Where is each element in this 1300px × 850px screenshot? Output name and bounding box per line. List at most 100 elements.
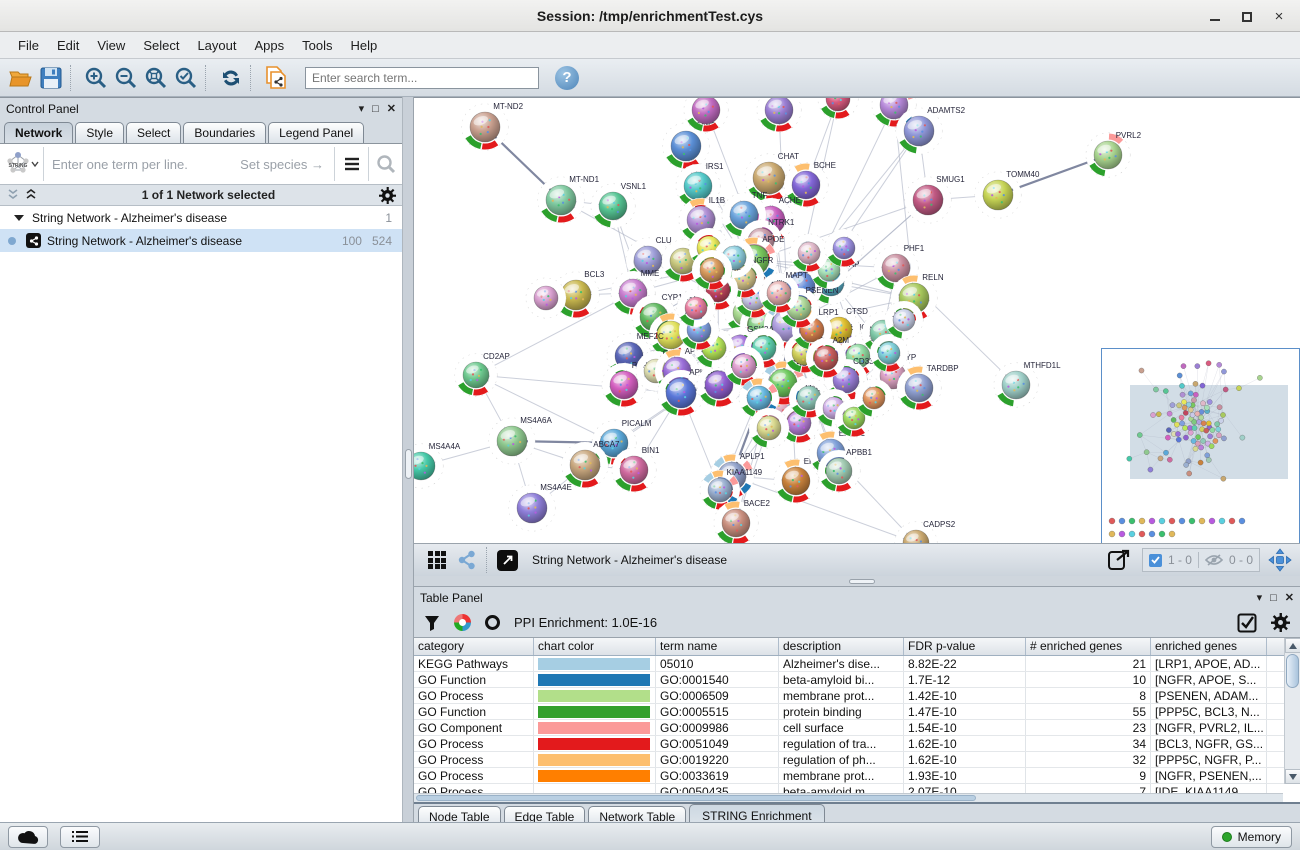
column-header-fdr-p-value[interactable]: FDR p-value [904,638,1026,655]
network-node[interactable] [790,234,828,272]
column-header-chart-color[interactable]: chart color [534,638,656,655]
tab-boundaries[interactable]: Boundaries [183,122,266,143]
remove-chart-icon[interactable] [485,615,500,630]
network-node[interactable]: MS4A6A [489,416,552,464]
zoom-out-icon[interactable] [111,63,141,93]
save-session-icon[interactable] [36,63,66,93]
selected-nodes-checkbox-icon[interactable] [1149,554,1162,567]
network-node[interactable] [855,379,893,417]
hidden-eye-icon[interactable] [1205,554,1223,566]
zoom-selected-icon[interactable] [171,63,201,93]
network-node[interactable]: SMUG1 [905,175,965,223]
table-row[interactable]: GO ProcessGO:0033619membrane prot...1.93… [414,768,1300,784]
vertical-splitter[interactable] [402,97,414,822]
horizontal-scrollbar[interactable] [414,793,1283,802]
scroll-down-arrow[interactable] [1285,769,1300,784]
panel-menu-icon[interactable]: ▾ [1257,591,1263,604]
network-node[interactable] [757,98,801,132]
panel-float-icon[interactable]: □ [1270,592,1277,604]
memory-button[interactable]: Memory [1211,826,1292,848]
network-node[interactable]: TOMM40 [975,170,1040,218]
zoom-fit-icon[interactable] [141,63,171,93]
birdseye-toggle-icon[interactable] [1268,548,1292,572]
tab-style[interactable]: Style [75,122,124,143]
zoom-in-icon[interactable] [81,63,111,93]
menu-item-apps[interactable]: Apps [247,35,293,56]
menu-item-tools[interactable]: Tools [294,35,340,56]
network-node[interactable]: CADPS2 [895,520,956,543]
column-header-term-name[interactable]: term name [656,638,779,655]
network-canvas[interactable]: MT-ND2MT-ND1VSNL1GAB2ADAMTS2PVRL2TOMM40S… [414,97,1300,543]
open-in-browser-icon[interactable] [497,550,518,571]
share-network-icon[interactable] [452,545,482,575]
table-row[interactable]: GO ProcessGO:0019220regulation of ph...1… [414,752,1300,768]
network-options-gear-icon[interactable] [379,187,396,204]
collapse-all-icon[interactable] [6,189,20,201]
table-row[interactable]: GO ProcessGO:0051049regulation of tra...… [414,736,1300,752]
network-node[interactable] [825,229,863,267]
column-header-enriched-genes[interactable]: enriched genes [1151,638,1267,655]
network-node[interactable] [870,334,908,372]
network-node[interactable] [692,250,732,290]
scroll-up-arrow[interactable] [1285,638,1300,653]
column-header-description[interactable]: description [779,638,904,655]
network-node[interactable] [885,301,923,339]
network-node[interactable]: MTHFD1L [994,361,1061,407]
tab-legend-panel[interactable]: Legend Panel [268,122,364,143]
network-node[interactable] [677,289,715,327]
network-node[interactable]: MT-ND2 [462,102,524,150]
export-network-icon[interactable] [1104,545,1134,575]
string-protein-query-icon[interactable]: STRING [0,147,44,181]
viewport-rect[interactable] [1130,385,1288,479]
panel-close-icon[interactable]: ✕ [1285,591,1294,604]
table-row[interactable]: GO FunctionGO:0001540beta-amyloid bi...1… [414,672,1300,688]
menu-item-select[interactable]: Select [135,35,187,56]
string-search-icon[interactable] [368,147,402,181]
network-collection-row[interactable]: String Network - Alzheimer's disease 1 [0,206,402,229]
select-columns-icon[interactable] [1237,613,1257,633]
panel-float-icon[interactable]: □ [372,103,379,115]
network-node[interactable] [749,408,789,448]
open-session-icon[interactable] [6,63,36,93]
network-node[interactable]: CD2AP [455,352,510,396]
tab-select[interactable]: Select [126,122,181,143]
horizontal-splitter[interactable] [414,576,1300,586]
panel-menu-icon[interactable]: ▾ [359,102,365,115]
string-options-icon[interactable] [334,147,368,181]
cloud-tasks-button[interactable] [8,826,48,848]
close-button[interactable]: × [1266,9,1292,25]
column-header-category[interactable]: category [414,638,534,655]
splitter-handle[interactable] [405,449,412,479]
string-query-input[interactable]: Enter one term per line. [44,157,240,172]
filter-icon[interactable] [424,615,440,631]
network-node[interactable]: VSNL1 [591,182,647,228]
column-header--enriched-genes[interactable]: # enriched genes [1026,638,1151,655]
network-node[interactable] [818,98,858,119]
panel-close-icon[interactable]: ✕ [387,102,396,115]
table-settings-gear-icon[interactable] [1271,613,1290,632]
menu-item-view[interactable]: View [89,35,133,56]
network-node[interactable] [526,278,566,318]
table-row[interactable]: GO ProcessGO:0050435beta-amyloid m...2.0… [414,784,1300,793]
network-row[interactable]: String Network - Alzheimer's disease 100… [0,229,402,252]
splitter-handle[interactable] [849,579,875,584]
network-node[interactable]: TARDBP [897,364,959,410]
search-input[interactable] [305,67,539,89]
species-selector-label[interactable]: Set species → [240,157,334,172]
tab-network[interactable]: Network [4,122,73,143]
network-node[interactable]: APBB1 [818,448,872,492]
expand-all-icon[interactable] [24,189,38,201]
network-node[interactable]: MS4A4E [509,483,572,531]
copy-network-icon[interactable] [261,63,291,93]
menu-item-edit[interactable]: Edit [49,35,87,56]
grid-view-icon[interactable] [422,545,452,575]
task-history-button[interactable] [60,826,100,848]
table-row[interactable]: GO ProcessGO:0006509membrane prot...1.42… [414,688,1300,704]
menu-item-layout[interactable]: Layout [189,35,244,56]
maximize-button[interactable] [1234,9,1260,25]
table-row[interactable]: KEGG Pathways05010Alzheimer's dise...8.8… [414,656,1300,672]
refresh-icon[interactable] [216,63,246,93]
help-icon[interactable]: ? [555,66,579,90]
birds-eye-view[interactable] [1101,348,1300,543]
table-row[interactable]: GO ComponentGO:0009986cell surface1.54E-… [414,720,1300,736]
